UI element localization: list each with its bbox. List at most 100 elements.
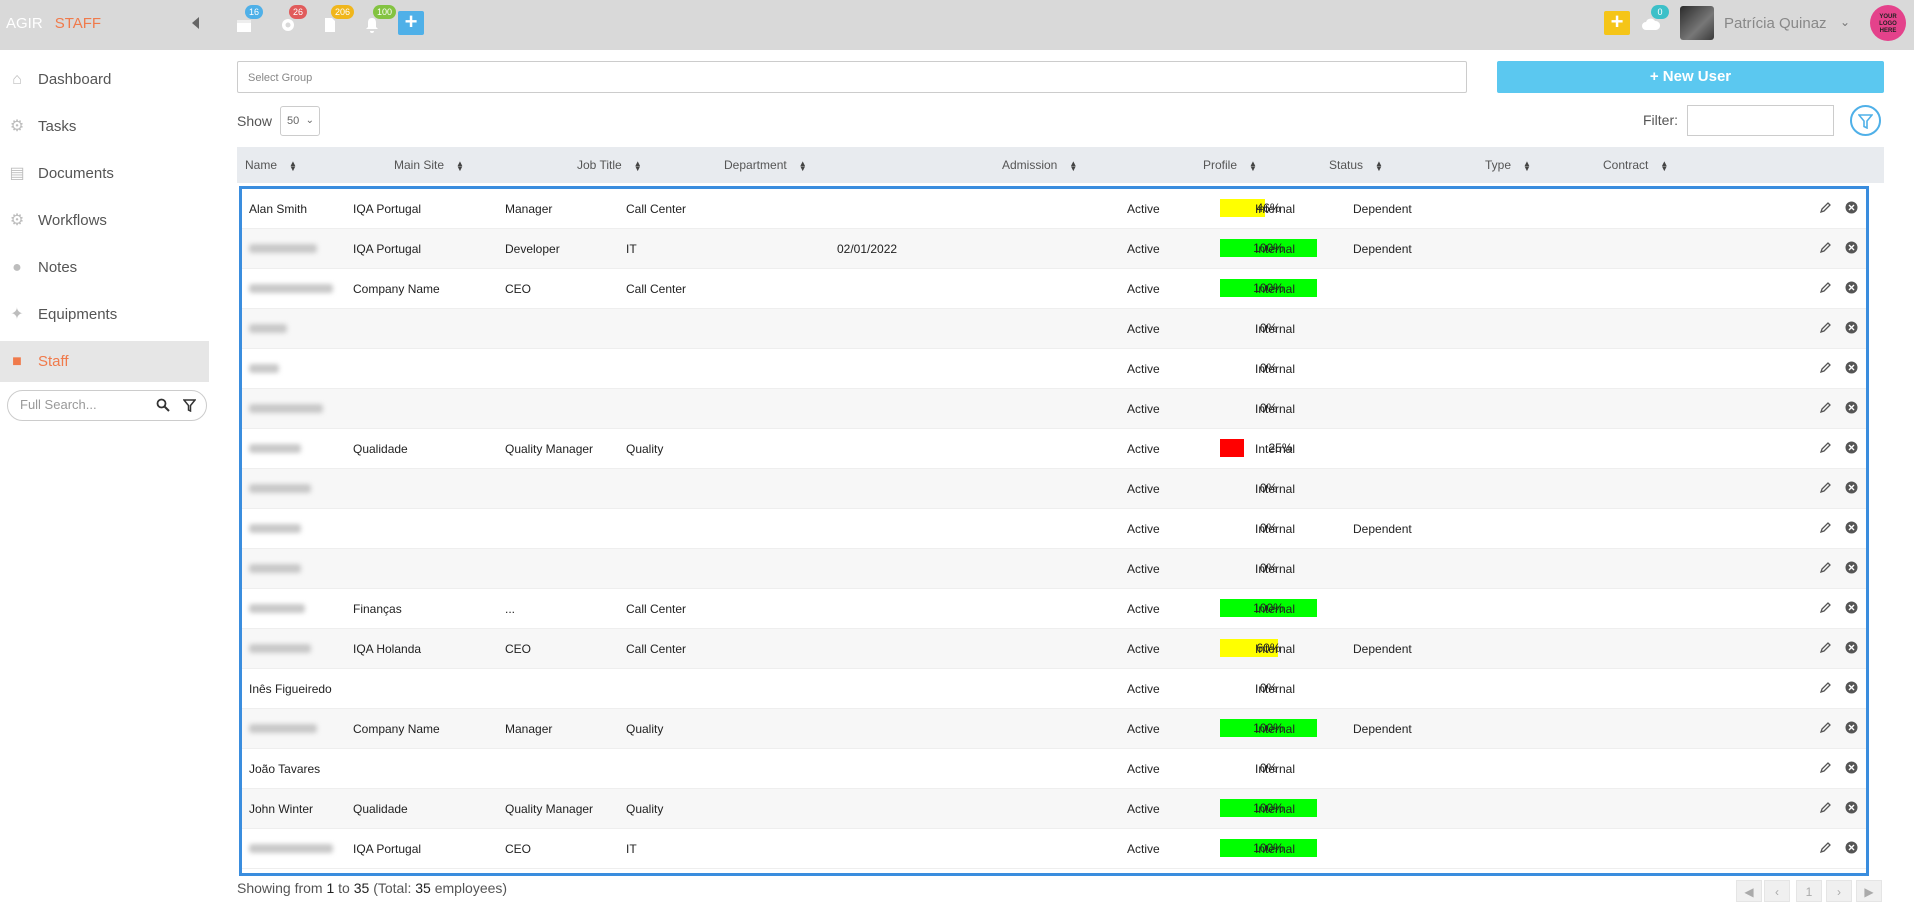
table-row[interactable]: Finanças... Call Center 100% Active Internal	[242, 589, 1866, 629]
last-page-button[interactable]: ▶	[1856, 880, 1882, 902]
column-header-profile[interactable]: Profile ▲ ▼	[1203, 158, 1257, 172]
delete-icon[interactable]	[1845, 281, 1858, 294]
table-row[interactable]: Company Name CEO Call Center 100% Active Inte…	[242, 269, 1866, 309]
table-row[interactable]: 0% Active Internal	[242, 389, 1866, 429]
column-header-type[interactable]: Type ▲ ▼	[1485, 158, 1531, 172]
bell-icon	[366, 18, 378, 33]
table-row[interactable]: John Winter Qualidade Quality Manager Quali…	[242, 789, 1866, 829]
delete-icon[interactable]	[1845, 361, 1858, 374]
edit-icon[interactable]	[1819, 361, 1832, 374]
table-row[interactable]: Qualidade Quality Manager Quality 25% Active…	[242, 429, 1866, 469]
table-row[interactable]: IQA Holanda CEO Call Center 60% Active Intern…	[242, 629, 1866, 669]
delete-icon[interactable]	[1845, 521, 1858, 534]
full-search-input[interactable]	[20, 397, 150, 412]
edit-icon[interactable]	[1819, 801, 1832, 814]
edit-icon[interactable]	[1819, 201, 1832, 214]
app-brand[interactable]: AGIR STAFF	[6, 15, 101, 32]
column-header-job-title[interactable]: Job Title ▲ ▼	[577, 158, 642, 172]
filter-input[interactable]	[1687, 105, 1834, 136]
table-row[interactable]: Company Name Manager Quality 100% Active Inte…	[242, 709, 1866, 749]
column-header-name[interactable]: Name ▲ ▼	[245, 158, 297, 172]
table-row[interactable]: Alan Smith IQA Portugal Manager Call Center…	[242, 189, 1866, 229]
delete-icon[interactable]	[1845, 321, 1858, 334]
filter-icon[interactable]	[183, 399, 196, 412]
delete-icon[interactable]	[1845, 561, 1858, 574]
user-name[interactable]: Patrícia Quinaz	[1724, 15, 1827, 32]
group-select[interactable]: Select Group	[237, 61, 1467, 93]
column-header-department[interactable]: Department ▲ ▼	[724, 158, 807, 172]
document-icon	[325, 18, 335, 32]
sidebar-item-notes[interactable]: ● Notes	[0, 247, 209, 288]
delete-icon[interactable]	[1845, 241, 1858, 254]
sidebar-item-tasks[interactable]: ⚙ Tasks	[0, 106, 209, 147]
table-row[interactable]: 0% Active Internal	[242, 469, 1866, 509]
table-row[interactable]: Inês Figueiredo 0% Active Internal	[242, 669, 1866, 709]
avatar[interactable]	[1680, 6, 1714, 40]
calendar-badge: 16	[245, 5, 264, 19]
sidebar-item-dashboard[interactable]: ⌂ Dashboard	[0, 59, 209, 100]
edit-icon[interactable]	[1819, 241, 1832, 254]
delete-icon[interactable]	[1845, 481, 1858, 494]
table-row[interactable]: IQA Portugal Developer IT 02/01/2022 100% Act…	[242, 229, 1866, 269]
column-header-admission[interactable]: Admission ▲ ▼	[1002, 158, 1077, 172]
yellow-add-button[interactable]: +	[1604, 11, 1630, 35]
column-header-contract[interactable]: Contract ▲ ▼	[1603, 158, 1668, 172]
messages-button[interactable]: 0	[1638, 5, 1669, 37]
edit-icon[interactable]	[1819, 521, 1832, 534]
edit-icon[interactable]	[1819, 761, 1832, 774]
table-row[interactable]: 0% Active Internal Dependent	[242, 509, 1866, 549]
table-row[interactable]: 0% Active Internal	[242, 549, 1866, 589]
delete-icon[interactable]	[1845, 441, 1858, 454]
delete-icon[interactable]	[1845, 201, 1858, 214]
delete-icon[interactable]	[1845, 401, 1858, 414]
collapse-sidebar-icon[interactable]	[192, 17, 199, 29]
delete-icon[interactable]	[1845, 681, 1858, 694]
sidebar-item-documents[interactable]: ▤ Documents	[0, 153, 209, 194]
edit-icon[interactable]	[1819, 601, 1832, 614]
settings-button[interactable]: 26	[276, 5, 308, 37]
next-page-button[interactable]: ›	[1826, 880, 1852, 902]
cell-main-site: Qualidade	[353, 802, 408, 816]
delete-icon[interactable]	[1845, 601, 1858, 614]
prev-page-button[interactable]: ‹	[1764, 880, 1790, 902]
chevron-down-icon[interactable]: ⌄	[1840, 15, 1850, 29]
edit-icon[interactable]	[1819, 641, 1832, 654]
edit-icon[interactable]	[1819, 681, 1832, 694]
edit-icon[interactable]	[1819, 441, 1832, 454]
cell-main-site: Company Name	[353, 722, 440, 736]
calendar-button[interactable]: 16	[232, 5, 264, 37]
sidebar-item-staff[interactable]: ■ Staff	[0, 341, 209, 382]
notifications-button[interactable]: 100	[360, 5, 397, 37]
quick-add-button[interactable]: +	[398, 11, 424, 35]
delete-icon[interactable]	[1845, 721, 1858, 734]
delete-icon[interactable]	[1845, 801, 1858, 814]
documents-button[interactable]: 206	[318, 5, 355, 37]
table-row[interactable]: IQA Portugal CEO IT 100% Active Internal	[242, 829, 1866, 869]
range-to-word: to	[338, 880, 350, 896]
delete-icon[interactable]	[1845, 841, 1858, 854]
edit-icon[interactable]	[1819, 721, 1832, 734]
edit-icon[interactable]	[1819, 481, 1832, 494]
first-page-button[interactable]: ◀	[1736, 880, 1762, 902]
table-row[interactable]: 0% Active Internal	[242, 349, 1866, 389]
delete-icon[interactable]	[1845, 761, 1858, 774]
column-header-status[interactable]: Status ▲ ▼	[1329, 158, 1383, 172]
delete-icon[interactable]	[1845, 641, 1858, 654]
edit-icon[interactable]	[1819, 561, 1832, 574]
table-row[interactable]: João Tavares 0% Active Internal	[242, 749, 1866, 789]
search-icon[interactable]	[156, 398, 170, 412]
advanced-filter-button[interactable]	[1850, 105, 1881, 136]
column-header-main-site[interactable]: Main Site ▲ ▼	[394, 158, 464, 172]
edit-icon[interactable]	[1819, 281, 1832, 294]
cell-status: Active	[1127, 362, 1160, 376]
sidebar-item-workflows[interactable]: ⚙ Workflows	[0, 200, 209, 241]
edit-icon[interactable]	[1819, 401, 1832, 414]
cell-contract: Dependent	[1353, 642, 1412, 656]
new-user-button[interactable]: + New User	[1497, 61, 1884, 93]
page-size-select[interactable]: 50 ⌄	[280, 106, 320, 136]
edit-icon[interactable]	[1819, 321, 1832, 334]
current-page[interactable]: 1	[1796, 880, 1822, 902]
table-row[interactable]: 0% Active Internal	[242, 309, 1866, 349]
edit-icon[interactable]	[1819, 841, 1832, 854]
sidebar-item-equipments[interactable]: ✦ Equipments	[0, 294, 209, 335]
